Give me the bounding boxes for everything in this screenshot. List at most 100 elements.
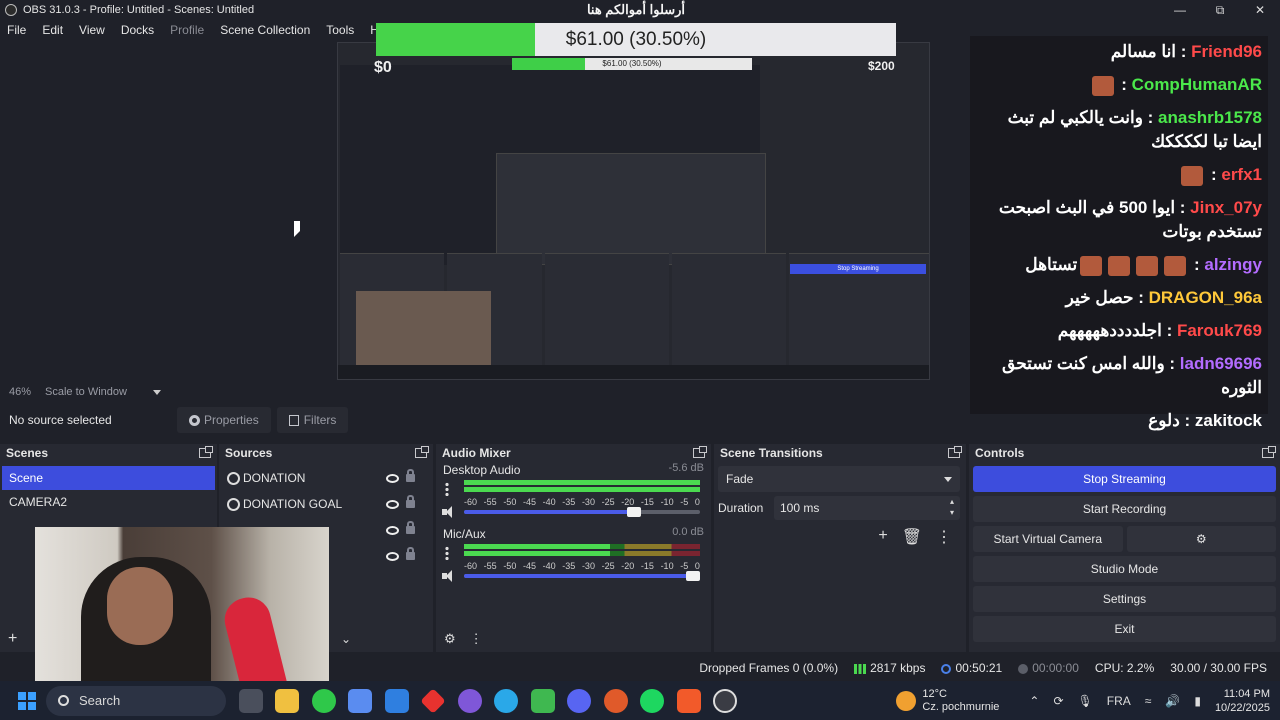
file-explorer-icon[interactable]: [275, 688, 299, 713]
chat-emote-icon: [1136, 255, 1159, 276]
search-icon: [58, 695, 69, 706]
volume-icon[interactable]: 🔊: [1165, 694, 1180, 708]
scene-item-scene[interactable]: Scene: [2, 466, 215, 490]
app-icon[interactable]: [603, 688, 628, 713]
visibility-eye-icon[interactable]: [386, 525, 399, 535]
copilot-icon[interactable]: [348, 688, 372, 713]
studio-mode-button[interactable]: Studio Mode: [973, 556, 1276, 582]
store-icon[interactable]: [384, 688, 409, 713]
chat-username: CompHumanAR: [1131, 75, 1262, 94]
lock-icon[interactable]: [406, 521, 415, 534]
spotify-icon[interactable]: [640, 688, 664, 713]
discord-icon[interactable]: [567, 688, 591, 713]
stop-streaming-button[interactable]: Stop Streaming: [973, 466, 1276, 492]
lock-icon[interactable]: [406, 547, 415, 560]
wifi-icon[interactable]: ≈: [1145, 694, 1152, 708]
more-options-icon[interactable]: [445, 482, 449, 496]
more-options-icon[interactable]: [445, 546, 449, 560]
brave-icon[interactable]: [676, 688, 701, 713]
undock-icon[interactable]: [1262, 446, 1276, 458]
preview-scale-row: 46% Scale to Window: [0, 383, 970, 401]
menu-scene-collection[interactable]: Scene Collection: [213, 23, 319, 37]
properties-button[interactable]: Properties: [177, 407, 271, 433]
donation-label: أرسلوا أموالكم هنا: [586, 2, 686, 17]
chevron-down-icon[interactable]: ⌄: [341, 632, 351, 646]
nested-dock: [544, 253, 669, 368]
nested-webcam: [356, 291, 491, 366]
undock-icon[interactable]: [415, 446, 429, 458]
signal-icon: [854, 663, 867, 674]
virtual-camera-settings-button[interactable]: ⚙: [1126, 526, 1276, 552]
gear-icon: [189, 414, 200, 426]
more-options-icon[interactable]: ⋮: [470, 631, 483, 647]
window-controls: — ⧉ ✕: [1160, 0, 1280, 20]
slider-knob[interactable]: [627, 507, 641, 517]
volume-slider[interactable]: [464, 507, 700, 517]
gear-icon[interactable]: ⚙: [444, 631, 456, 647]
nested-inner-capture: [496, 153, 766, 265]
source-item-donation[interactable]: DONATION: [219, 465, 433, 491]
duration-input[interactable]: 100 ms: [774, 496, 960, 520]
obs-icon[interactable]: [713, 688, 737, 713]
menu-edit[interactable]: Edit: [35, 23, 72, 37]
battery-icon[interactable]: ▮: [1194, 694, 1201, 708]
language-indicator[interactable]: FRA: [1107, 694, 1131, 708]
lock-icon[interactable]: [406, 495, 415, 508]
speaker-icon[interactable]: [442, 506, 456, 518]
menu-view[interactable]: View: [72, 23, 114, 37]
clock[interactable]: 11:04 PM 10/22/2025: [1215, 687, 1270, 715]
microphone-icon[interactable]: 🎙: [1078, 694, 1093, 708]
sync-icon[interactable]: ⟳: [1053, 694, 1063, 708]
app-icon[interactable]: [530, 688, 555, 713]
scale-tick: -35: [562, 561, 576, 571]
menu-file[interactable]: File: [0, 23, 35, 37]
chevron-down-icon[interactable]: [152, 389, 161, 395]
visibility-eye-icon[interactable]: [386, 473, 399, 483]
trash-icon[interactable]: 🗑: [902, 527, 922, 547]
add-icon[interactable]: +: [878, 527, 887, 547]
undock-icon[interactable]: [199, 446, 213, 458]
volume-slider[interactable]: [464, 571, 700, 581]
scale-mode-select[interactable]: Scale to Window: [45, 386, 127, 398]
filters-button[interactable]: Filters: [276, 407, 349, 433]
minimize-button[interactable]: —: [1160, 0, 1200, 20]
start-recording-button[interactable]: Start Recording: [973, 496, 1276, 522]
task-view-icon[interactable]: [238, 688, 263, 713]
windows-start-icon[interactable]: [18, 691, 36, 710]
maximize-button[interactable]: ⧉: [1200, 0, 1240, 20]
slider-knob[interactable]: [686, 571, 700, 581]
menu-tools[interactable]: Tools: [319, 23, 363, 37]
scene-transitions-dock: Scene Transitions Fade Duration 100 ms +…: [714, 444, 966, 652]
audio-mixer-dock: Audio Mixer Desktop Audio -5.6 dB -60 -55…: [436, 444, 711, 652]
chat-overlay: Friend96 : انا مسالم CompHumanAR : anashr…: [970, 36, 1268, 430]
more-options-icon[interactable]: ⋮: [936, 527, 952, 547]
transition-select[interactable]: Fade: [718, 466, 960, 492]
taskbar-search[interactable]: Search: [46, 685, 226, 716]
undock-icon[interactable]: [693, 446, 707, 458]
lock-icon[interactable]: [406, 469, 415, 482]
close-window-button[interactable]: ✕: [1240, 0, 1280, 20]
undock-icon[interactable]: [948, 446, 962, 458]
source-item-donation-goal[interactable]: DONATION GOAL: [219, 491, 433, 517]
add-scene-icon[interactable]: +: [8, 630, 17, 648]
weather-widget[interactable]: 12°C Cz. pochmurnie: [896, 688, 999, 714]
exit-button[interactable]: Exit: [973, 616, 1276, 642]
settings-button[interactable]: Settings: [973, 586, 1276, 612]
xbox-icon[interactable]: [311, 688, 336, 713]
visibility-eye-icon[interactable]: [386, 499, 399, 509]
scale-tick: -55: [483, 497, 497, 507]
app-icon[interactable]: [420, 687, 446, 714]
chat-message: ladn69696 : والله امس كنت تستحق الثوره: [1002, 354, 1262, 397]
scale-tick: -25: [601, 561, 615, 571]
visibility-eye-icon[interactable]: [386, 551, 399, 561]
nested-preview-capture: $0 $200 $61.00 (30.50%) Stop Streaming: [337, 42, 930, 380]
app-icon[interactable]: [457, 688, 482, 713]
menu-docks[interactable]: Docks: [114, 23, 163, 37]
chevron-up-icon[interactable]: ⌃: [1029, 694, 1039, 708]
menu-profile[interactable]: Profile: [163, 23, 213, 37]
start-virtual-camera-button[interactable]: Start Virtual Camera: [973, 526, 1123, 552]
scene-item-camera2[interactable]: CAMERA2: [2, 490, 215, 514]
nested-taskbar: [338, 365, 929, 379]
edge-icon[interactable]: [494, 688, 518, 713]
speaker-icon[interactable]: [442, 570, 456, 582]
